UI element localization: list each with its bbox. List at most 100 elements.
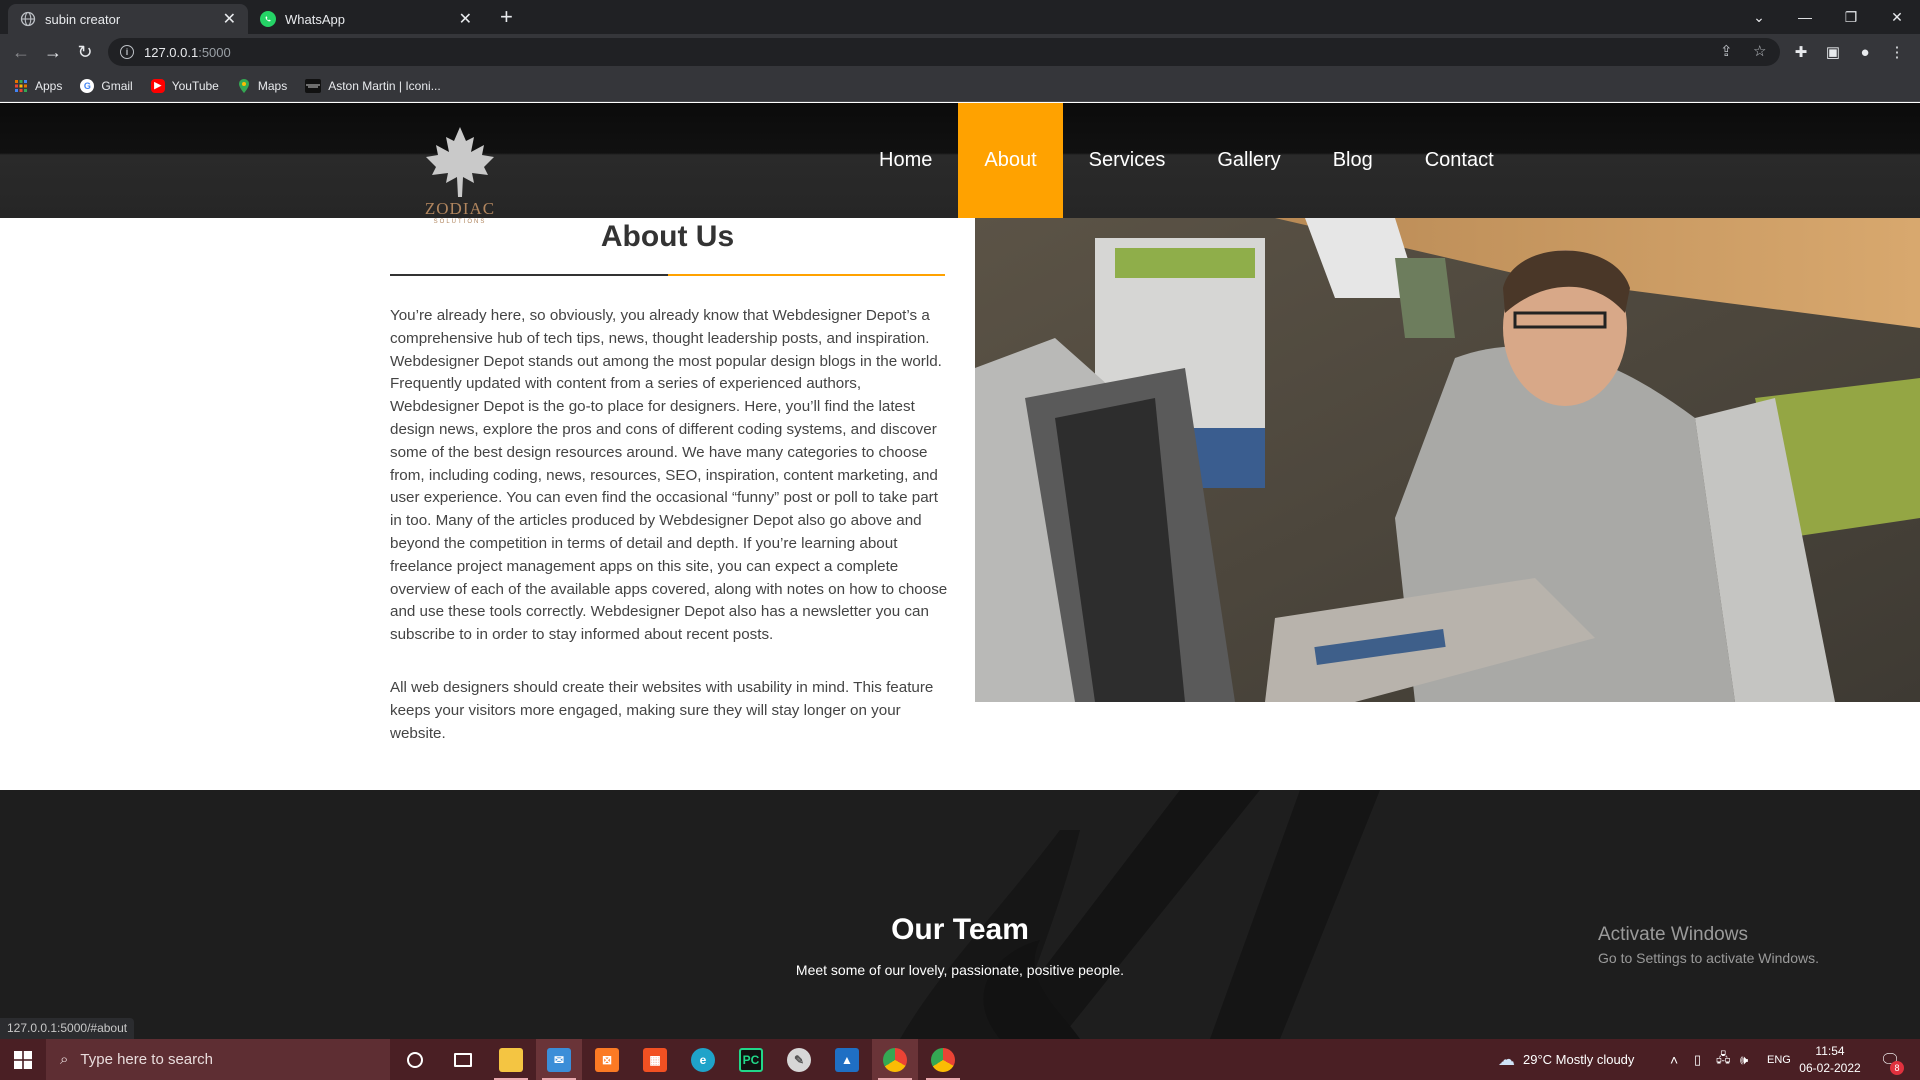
taskbar-search-box[interactable]: ⌕ Type here to search xyxy=(46,1039,390,1080)
chrome-icon xyxy=(883,1047,907,1072)
taskbar-chrome-profile-2[interactable] xyxy=(920,1039,966,1080)
notification-badge: 8 xyxy=(1890,1061,1904,1075)
site-logo[interactable]: ZODIAC SOLUTIONS xyxy=(420,125,500,235)
about-title: About Us xyxy=(600,220,735,253)
nav-about[interactable]: About xyxy=(958,103,1063,218)
aston-martin-icon xyxy=(305,78,322,93)
photos-icon: ▲ xyxy=(835,1047,859,1072)
whatsapp-icon xyxy=(260,11,276,27)
close-window-button[interactable]: ✕ xyxy=(1874,0,1920,34)
show-hidden-icons-button[interactable]: ˄ xyxy=(1670,1039,1678,1080)
site-info-icon[interactable]: i xyxy=(120,45,134,59)
bookmark-label: Gmail xyxy=(101,78,133,93)
address-bar[interactable]: i 127.0.0.1:5000 xyxy=(108,38,1780,66)
nav-gallery[interactable]: Gallery xyxy=(1191,103,1306,218)
clock-time: 11:54 xyxy=(1815,1044,1845,1058)
close-tab-icon[interactable]: ✕ xyxy=(223,9,236,29)
bookmark-apps[interactable]: Apps xyxy=(14,79,62,93)
mail-icon: ✉ xyxy=(547,1047,571,1072)
chrome-icon xyxy=(931,1047,955,1072)
windows-logo-icon xyxy=(14,1050,32,1069)
site-header: ZODIAC SOLUTIONS Home About Services Gal… xyxy=(0,103,1920,225)
taskbar-photos[interactable]: ▲ xyxy=(824,1039,870,1080)
weather-widget[interactable]: ☁ 29°C Mostly cloudy xyxy=(1498,1039,1634,1080)
restore-button[interactable]: ❐ xyxy=(1828,0,1874,34)
taskbar-paint[interactable]: ✎ xyxy=(776,1039,822,1080)
network-icon[interactable]: 🖧 xyxy=(1716,1039,1731,1080)
taskbar-edge[interactable]: e xyxy=(680,1039,726,1080)
folder-icon xyxy=(499,1047,523,1072)
tab-whatsapp[interactable]: WhatsApp ✕ xyxy=(248,4,484,34)
profile-icon[interactable]: ● xyxy=(1854,41,1876,63)
about-title-divider xyxy=(390,274,945,276)
xampp-icon: ⊠ xyxy=(595,1047,619,1072)
browser-toolbar: ← → ↻ i 127.0.0.1:5000 ⇪ ☆ ✚ ▣ ● ⋮ xyxy=(0,34,1920,70)
reload-icon[interactable]: ↻ xyxy=(73,40,97,64)
minimize-button[interactable]: — xyxy=(1782,0,1828,34)
share-icon[interactable]: ⇪ xyxy=(1720,42,1733,60)
bookmark-aston-martin[interactable]: Aston Martin | Iconi... xyxy=(305,78,441,93)
taskbar-file-explorer[interactable] xyxy=(488,1039,534,1080)
taskbar-chrome-profile-1[interactable] xyxy=(872,1039,918,1080)
bookmark-youtube[interactable]: ▶ YouTube xyxy=(150,78,219,93)
close-tab-icon[interactable]: ✕ xyxy=(459,9,472,29)
bookmark-label: Aston Martin | Iconi... xyxy=(328,78,441,93)
side-panel-icon[interactable]: ▣ xyxy=(1822,41,1844,63)
start-button[interactable] xyxy=(0,1039,46,1080)
activate-title: Activate Windows xyxy=(1598,924,1748,945)
bookmark-label: Apps xyxy=(35,78,63,93)
cloud-icon: ☁ xyxy=(1498,1049,1515,1069)
maple-leaf-icon xyxy=(426,127,494,197)
bookmark-gmail[interactable]: G Gmail xyxy=(80,78,133,93)
new-tab-button[interactable]: + xyxy=(500,5,513,29)
tray-device-icon[interactable]: ▯ xyxy=(1694,1039,1701,1080)
google-icon: G xyxy=(80,78,95,93)
bookmarks-bar: Apps G Gmail ▶ YouTube Maps Aston Martin… xyxy=(0,70,1920,102)
team-section: Our Team Meet some of our lovely, passio… xyxy=(0,790,1920,1039)
taskbar-clock[interactable]: 11:54 06-02-2022 xyxy=(1795,1043,1865,1077)
task-view-button[interactable] xyxy=(440,1039,486,1080)
tab-title: subin creator xyxy=(45,11,121,27)
about-body: You’re already here, so obviously, you a… xyxy=(390,305,948,745)
activate-subtitle: Go to Settings to activate Windows. xyxy=(1598,950,1819,966)
task-view-icon xyxy=(454,1052,472,1067)
volume-icon[interactable]: 🕪 xyxy=(1740,1039,1748,1080)
about-photo xyxy=(975,218,1920,702)
bookmark-label: Maps xyxy=(257,78,288,93)
weather-text: 29°C Mostly cloudy xyxy=(1523,1052,1635,1067)
maps-icon xyxy=(237,78,251,93)
cortana-icon xyxy=(407,1051,423,1068)
taskbar-mail[interactable]: ✉ xyxy=(536,1039,582,1080)
nav-contact[interactable]: Contact xyxy=(1399,103,1520,218)
nav-blog[interactable]: Blog xyxy=(1307,103,1399,218)
taskbar-pycharm[interactable]: PC xyxy=(728,1039,774,1080)
apps-grid-icon xyxy=(14,79,28,93)
bookmark-maps[interactable]: Maps xyxy=(237,78,288,93)
language-indicator[interactable]: ENG xyxy=(1767,1039,1791,1080)
tab-search-icon[interactable]: ⌄ xyxy=(1736,0,1782,34)
notification-center-button[interactable]: 🗨 8 xyxy=(1880,1039,1904,1080)
about-paragraph: All web designers should create their we… xyxy=(390,678,934,742)
back-arrow-icon[interactable]: ← xyxy=(9,40,33,64)
nav-services[interactable]: Services xyxy=(1063,103,1192,218)
menu-kebab-icon[interactable]: ⋮ xyxy=(1886,41,1908,63)
nav-home[interactable]: Home xyxy=(853,103,958,218)
url-port: :5000 xyxy=(198,44,231,60)
forward-arrow-icon[interactable]: → xyxy=(41,40,65,64)
pycharm-icon: PC xyxy=(739,1047,763,1072)
tab-title: WhatsApp xyxy=(285,11,345,27)
cortana-button[interactable] xyxy=(392,1039,438,1080)
bookmark-label: YouTube xyxy=(171,78,219,93)
tab-subin-creator[interactable]: subin creator ✕ xyxy=(8,4,248,34)
clock-date: 06-02-2022 xyxy=(1799,1061,1861,1075)
extensions-puzzle-icon[interactable]: ✚ xyxy=(1790,41,1812,63)
bookmark-star-icon[interactable]: ☆ xyxy=(1753,42,1766,60)
taskbar-xampp[interactable]: ⊠ xyxy=(584,1039,630,1080)
globe-icon xyxy=(20,11,36,27)
link-status-bubble: 127.0.0.1:5000/#about xyxy=(0,1018,135,1039)
taskbar-store[interactable]: ▦ xyxy=(632,1039,678,1080)
search-placeholder: Type here to search xyxy=(80,1051,213,1068)
page-viewport: ZODIAC SOLUTIONS Home About Services Gal… xyxy=(0,103,1920,1039)
about-paragraph: You’re already here, so obviously, you a… xyxy=(390,307,948,644)
logo-brand: ZODIAC xyxy=(424,199,496,218)
